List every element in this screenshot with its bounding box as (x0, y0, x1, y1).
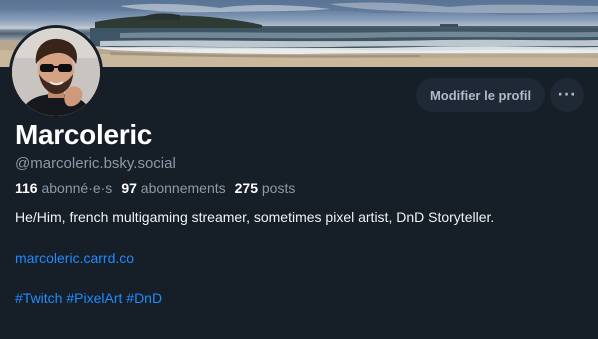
hashtag-list: #Twitch #PixelArt #DnD (15, 290, 162, 306)
following-label: abonnements (140, 180, 226, 196)
profile-page: Modifier le profil ··· Marcoleric @marco… (0, 0, 598, 339)
followers-count: 116 (15, 180, 38, 196)
posts-count: 275 (234, 180, 258, 196)
posts-label: posts (261, 180, 296, 196)
followers-label: abonné·e·s (41, 180, 113, 196)
following-count: 97 (121, 180, 137, 196)
display-name: Marcoleric (15, 119, 153, 150)
more-horizontal-icon: ··· (557, 87, 577, 103)
followers-link[interactable]: 116 abonné·e·s (15, 180, 112, 196)
hashtag-link[interactable]: #DnD (126, 290, 162, 306)
avatar[interactable] (9, 25, 103, 119)
profile-website-link[interactable]: marcoleric.carrd.co (15, 250, 134, 266)
handle: @marcoleric.bsky.social (15, 155, 176, 172)
profile-bio: He/Him, french multigaming streamer, som… (15, 209, 495, 225)
edit-profile-button[interactable]: Modifier le profil (416, 78, 545, 112)
posts-stat: 275 posts (235, 180, 296, 196)
profile-stats: 116 abonné·e·s 97 abonnements 275 posts (15, 180, 295, 196)
avatar-photo (12, 28, 100, 116)
hashtag-link[interactable]: #Twitch (15, 290, 62, 306)
following-link[interactable]: 97 abonnements (121, 180, 225, 196)
more-options-button[interactable]: ··· (550, 78, 584, 112)
hashtag-link[interactable]: #PixelArt (66, 290, 122, 306)
